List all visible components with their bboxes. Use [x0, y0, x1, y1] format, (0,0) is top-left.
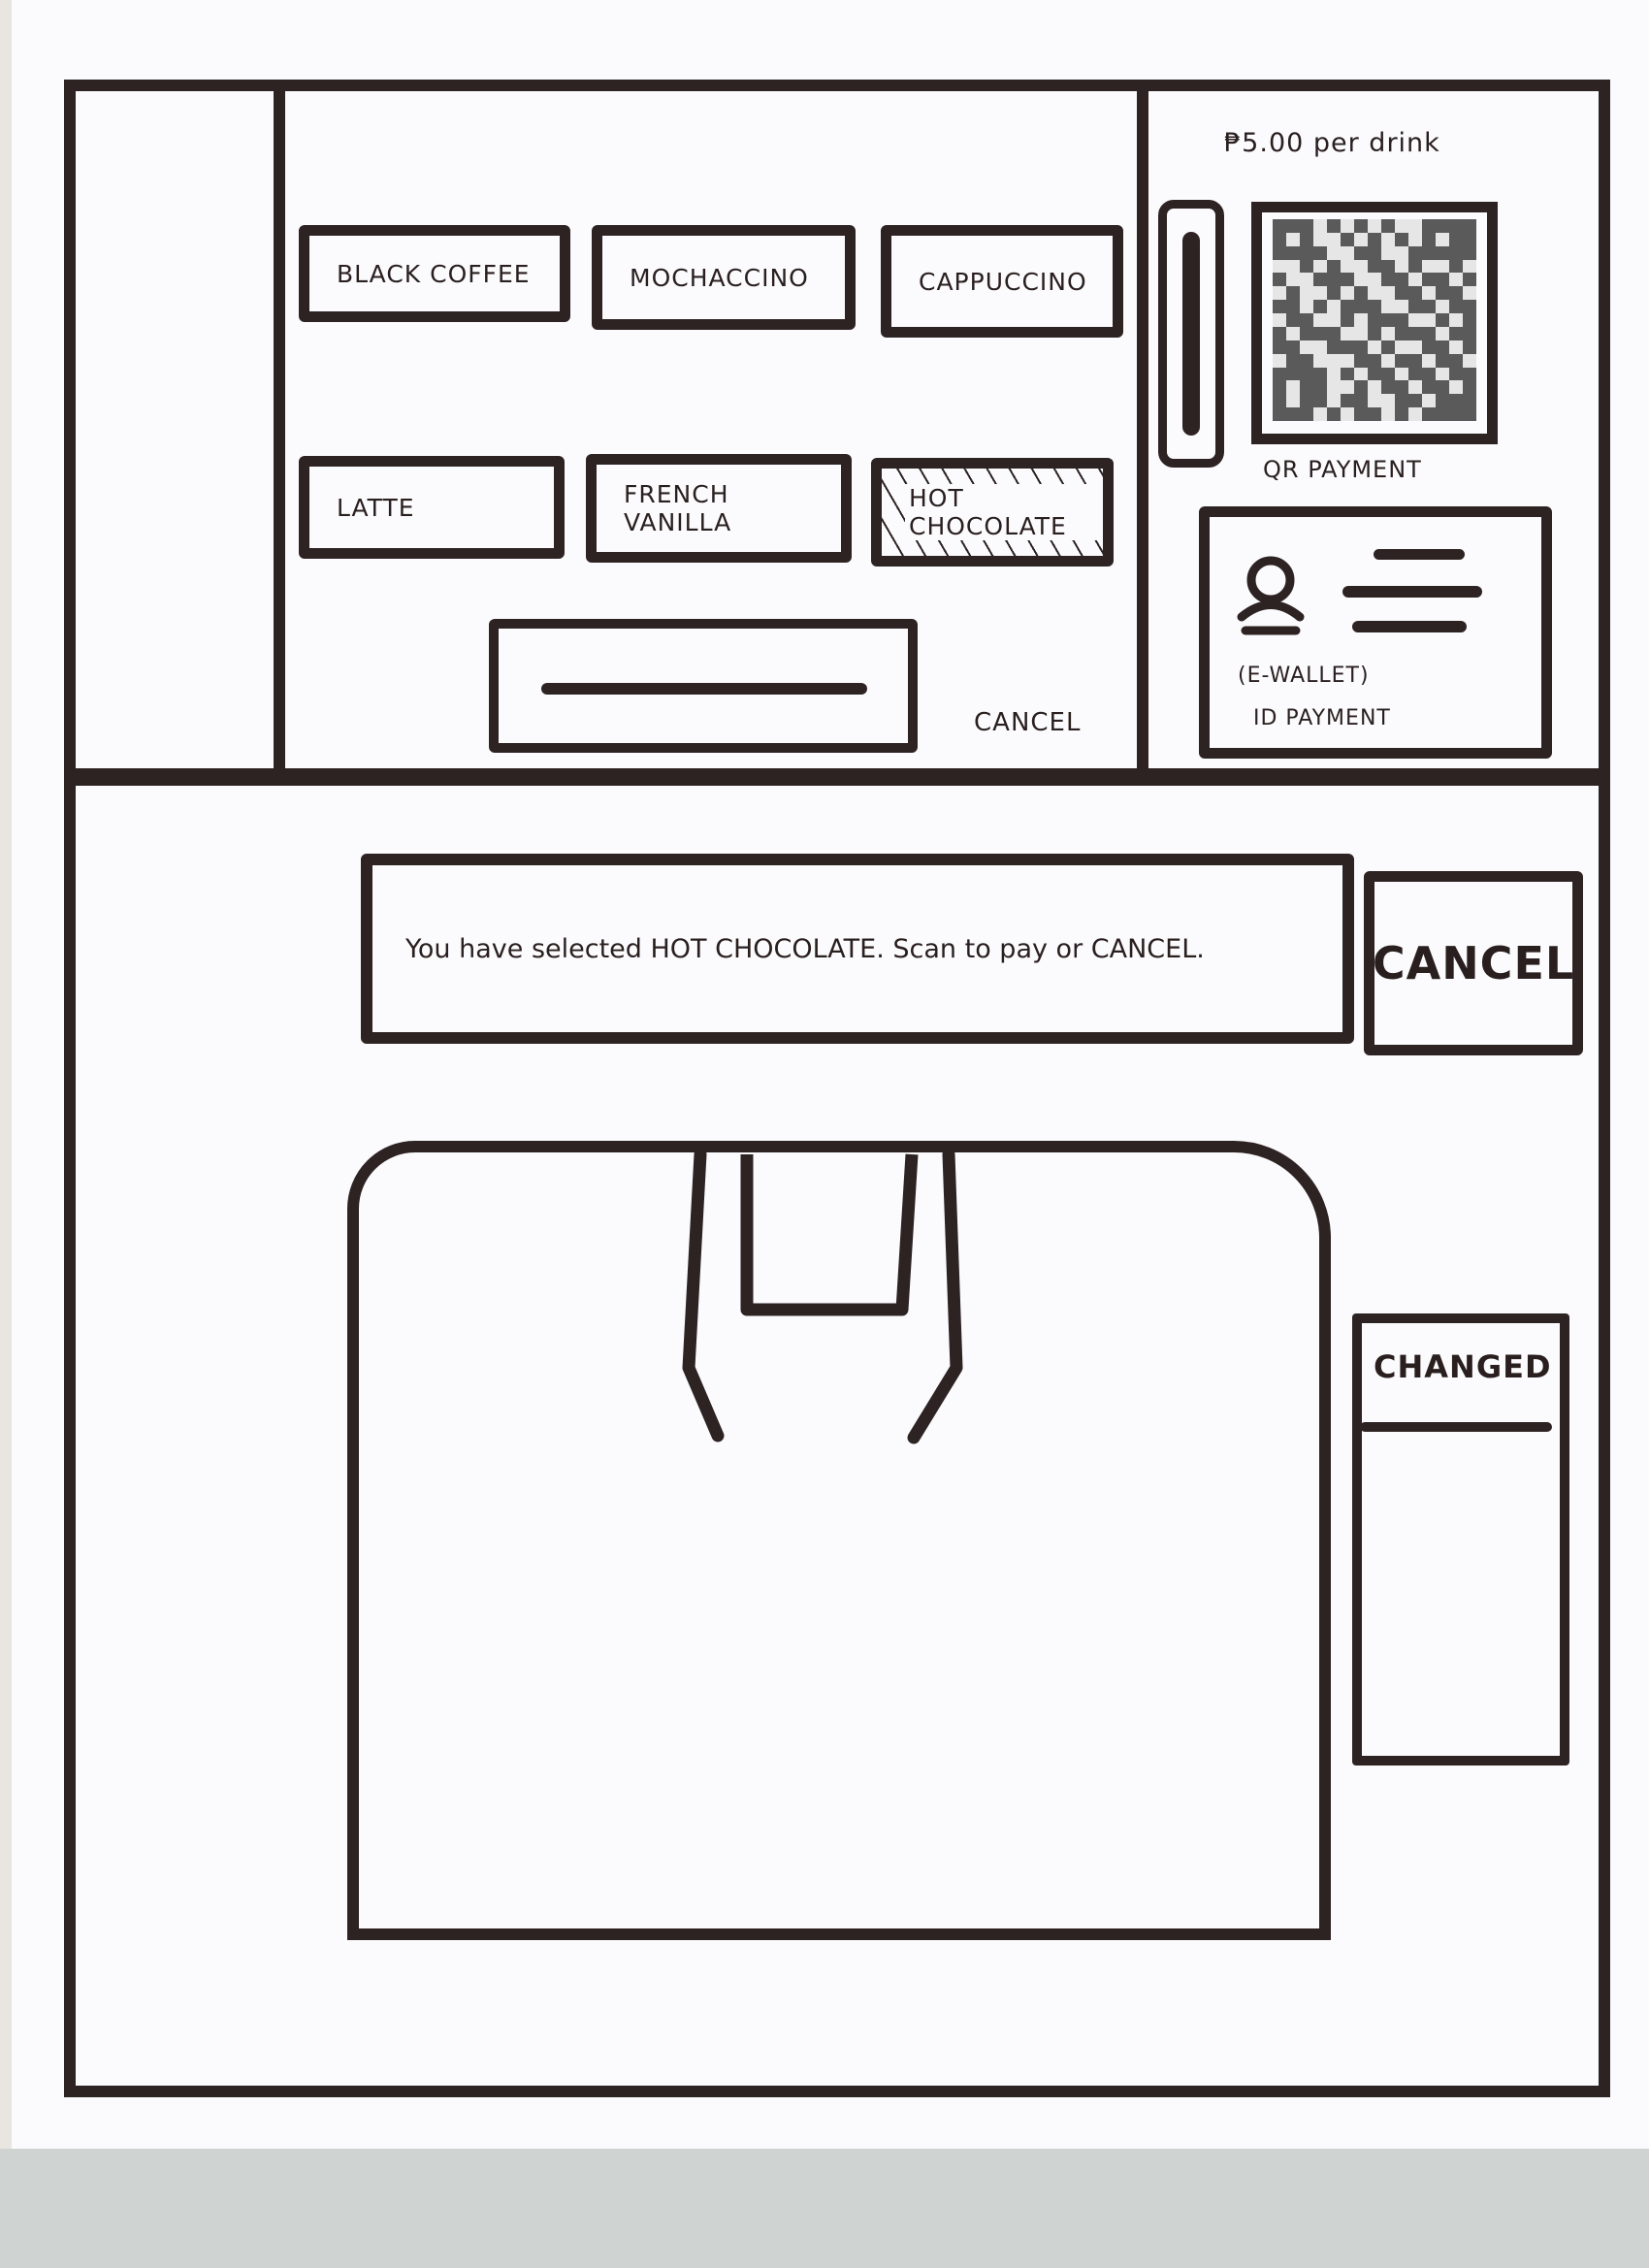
card-slot-opening	[1182, 232, 1200, 436]
drink-button-latte[interactable]: LATTE	[299, 456, 565, 559]
ewallet-label: (E-WALLET)	[1238, 664, 1370, 688]
top-section-divider	[64, 774, 1610, 786]
drink-label: FRENCH VANILLA	[624, 480, 732, 536]
cancel-button-label: CANCEL	[1372, 937, 1575, 989]
drink-button-mochaccino[interactable]: MOCHACCINO	[592, 225, 856, 330]
id-info-line	[1352, 621, 1467, 632]
drink-button-cappuccino[interactable]: CAPPUCCINO	[881, 225, 1123, 338]
drink-button-black-coffee[interactable]: BLACK COFFEE	[299, 225, 570, 322]
qr-code-icon	[1273, 219, 1476, 421]
selection-display	[489, 619, 918, 753]
side-panel	[64, 80, 285, 780]
drink-label: LATTE	[337, 493, 415, 522]
drink-button-french-vanilla[interactable]: FRENCH VANILLA	[586, 454, 852, 563]
id-info-line	[1342, 586, 1482, 598]
qr-payment-label: QR PAYMENT	[1263, 456, 1422, 483]
drink-button-hot-chocolate[interactable]: HOT CHOCOLATE	[871, 458, 1114, 567]
card-slot[interactable]	[1158, 200, 1224, 468]
change-slot-label: CHANGED	[1374, 1348, 1552, 1385]
price-label: ₱5.00 per drink	[1224, 128, 1440, 158]
id-info-line	[1374, 549, 1465, 560]
cancel-button[interactable]: CANCEL	[1364, 871, 1583, 1055]
drink-label: CAPPUCCINO	[919, 267, 1087, 296]
change-slot-divider	[1360, 1422, 1552, 1432]
user-avatar-icon	[1237, 556, 1305, 635]
drink-cancel-link[interactable]: CANCEL	[974, 708, 1081, 737]
drink-label: BLACK COFFEE	[337, 259, 531, 288]
scan-background	[0, 2149, 1649, 2268]
id-payment-label: ID PAYMENT	[1253, 706, 1391, 730]
status-message: You have selected HOT CHOCOLATE. Scan to…	[405, 933, 1205, 964]
paper-edge	[0, 0, 12, 2149]
drink-label: HOT CHOCOLATE	[905, 484, 1103, 540]
drink-label: MOCHACCINO	[630, 263, 809, 292]
selection-display-bar	[541, 683, 867, 695]
dispenser-nozzle-icon	[682, 1148, 963, 1444]
status-message-display: You have selected HOT CHOCOLATE. Scan to…	[361, 854, 1354, 1044]
